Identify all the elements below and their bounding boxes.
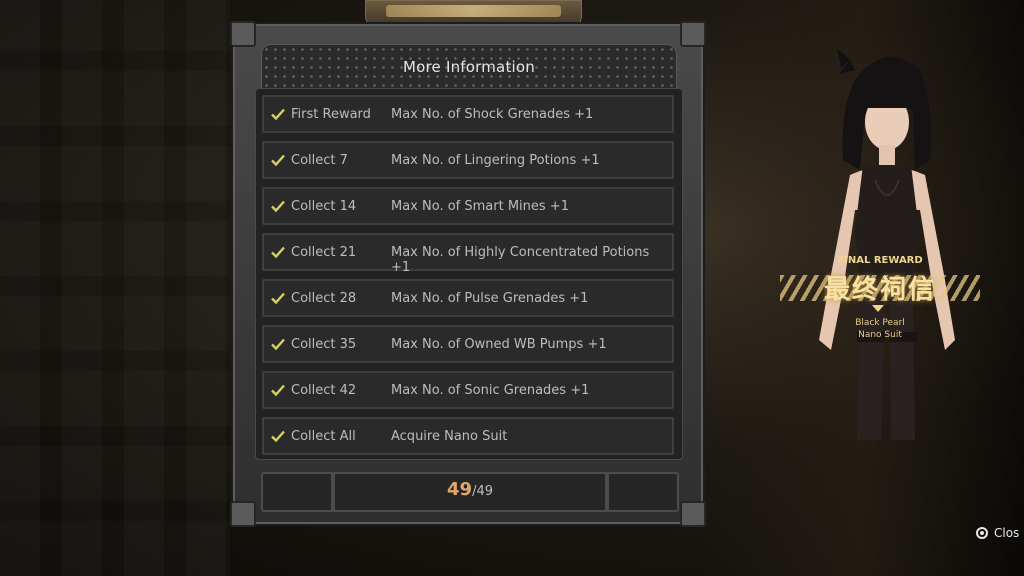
close-button[interactable]: Clos — [976, 526, 1019, 540]
reward-row[interactable]: Collect 14 Max No. of Smart Mines +1 — [262, 187, 674, 225]
background-grid — [0, 0, 230, 576]
reward-row-label: Collect 28 — [291, 291, 357, 306]
reward-row[interactable]: Collect All Acquire Nano Suit — [262, 417, 674, 455]
collection-counter: 49/49 — [263, 479, 677, 500]
check-icon — [271, 154, 285, 167]
reward-row-text: Max No. of Pulse Grenades +1 — [391, 291, 589, 306]
reward-row-text: Max No. of Shock Grenades +1 — [391, 107, 594, 122]
check-icon — [271, 338, 285, 351]
final-reward-label: FINAL REWARD — [837, 255, 923, 266]
reward-row[interactable]: Collect 7 Max No. of Lingering Potions +… — [262, 141, 674, 179]
final-reward-item: Black Pearl Nano Suit — [780, 317, 980, 341]
counter-total: /49 — [472, 484, 493, 499]
reward-list: First Reward Max No. of Shock Grenades +… — [255, 88, 683, 460]
final-reward-banner: FINAL REWARD 最终祠信 Black Pearl Nano Suit — [780, 255, 980, 345]
reward-row[interactable]: Collect 35 Max No. of Owned WB Pumps +1 — [262, 325, 674, 363]
reward-row-text: Max No. of Owned WB Pumps +1 — [391, 337, 607, 352]
reward-row-text: Max No. of Highly Concentrated Potions +… — [391, 245, 650, 275]
check-icon — [271, 108, 285, 121]
info-panel: More Information First Reward Max No. of… — [230, 21, 706, 527]
corner-bolt — [230, 501, 256, 527]
progress-footer: 49/49 — [261, 472, 679, 512]
reward-row-text: Acquire Nano Suit — [391, 429, 508, 444]
check-icon — [271, 292, 285, 305]
final-reward-chinese: 最终祠信 — [823, 275, 936, 305]
reward-row-label: Collect 21 — [291, 245, 357, 260]
reward-row-label: First Reward — [291, 107, 371, 122]
corner-bolt — [680, 501, 706, 527]
reward-row[interactable]: Collect 42 Max No. of Sonic Grenades +1 — [262, 371, 674, 409]
reward-row-text: Max No. of Smart Mines +1 — [391, 199, 569, 214]
final-reward-item-line2: Nano Suit — [858, 330, 902, 340]
reward-row-text: Max No. of Lingering Potions +1 — [391, 153, 600, 168]
reward-row[interactable]: First Reward Max No. of Shock Grenades +… — [262, 95, 674, 133]
reward-row-label: Collect 35 — [291, 337, 357, 352]
check-icon — [271, 384, 285, 397]
circle-button-icon — [976, 527, 988, 539]
reward-row[interactable]: Collect 28 Max No. of Pulse Grenades +1 — [262, 279, 674, 317]
close-label: Clos — [994, 526, 1020, 540]
reward-row-text: Max No. of Sonic Grenades +1 — [391, 383, 590, 398]
reward-row[interactable]: Collect 21 Max No. of Highly Concentrate… — [262, 233, 674, 275]
down-arrow-icon — [872, 305, 884, 312]
panel-title: More Information — [403, 58, 535, 76]
corner-bolt — [230, 21, 256, 47]
reward-row-label: Collect All — [291, 429, 356, 444]
reward-row-label: Collect 42 — [291, 383, 357, 398]
check-icon — [271, 246, 285, 259]
reward-row-label: Collect 14 — [291, 199, 357, 214]
reward-row-label: Collect 7 — [291, 153, 348, 168]
panel-header: More Information — [261, 44, 677, 90]
counter-current: 49 — [447, 479, 473, 500]
character-figure — [819, 48, 955, 440]
check-icon — [271, 430, 285, 443]
final-reward-item-line1: Black Pearl — [855, 318, 905, 328]
check-icon — [271, 200, 285, 213]
corner-bolt — [680, 21, 706, 47]
